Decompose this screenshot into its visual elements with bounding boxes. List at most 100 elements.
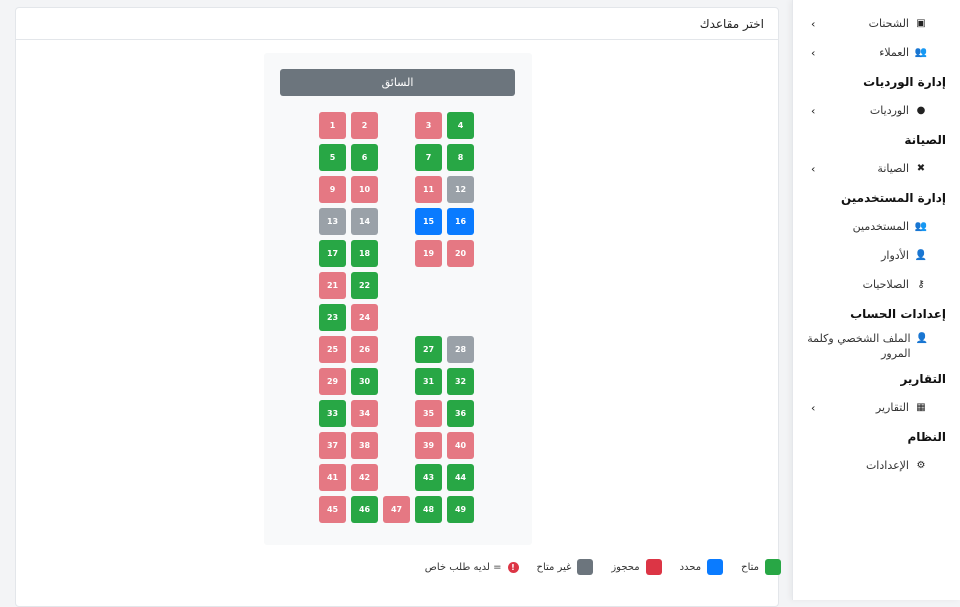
legend-selected-swatch (707, 559, 724, 575)
seat-22[interactable]: 22 (351, 272, 378, 299)
seat-7[interactable]: 7 (415, 144, 442, 171)
seat-9[interactable]: 9 (319, 176, 346, 203)
clock-icon: ● (916, 105, 926, 116)
sidebar-section-heading: التقارير (900, 371, 946, 386)
seat-2[interactable]: 2 (351, 112, 378, 139)
seat-17[interactable]: 17 (319, 240, 346, 267)
seat-31[interactable]: 31 (415, 368, 442, 395)
seat-10[interactable]: 10 (351, 176, 378, 203)
legend-special-label: = لديه طلب خاص (424, 561, 502, 573)
sidebar-section-heading: إدارة الورديات (863, 74, 946, 89)
seat-12[interactable]: 12 (447, 176, 474, 203)
cogs-icon: ⚙ (916, 460, 926, 471)
sidebar-item[interactable]: ⚷ الصلاحيات (807, 270, 946, 299)
seat-29[interactable]: 29 (319, 368, 346, 395)
box-icon: ▣ (916, 18, 926, 29)
sidebar-top-spacer (807, 0, 946, 9)
legend-available-swatch (765, 559, 781, 575)
seat-32[interactable]: 32 (447, 368, 474, 395)
seat-1[interactable]: 1 (319, 112, 346, 139)
user-tag-icon: 👤 (914, 250, 928, 261)
seat-8[interactable]: 8 (447, 144, 474, 171)
seat-14[interactable]: 14 (351, 208, 378, 235)
legend-unavailable: غير متاح (537, 559, 594, 575)
seat-15[interactable]: 15 (415, 208, 442, 235)
sidebar-item-label: الشحنات (868, 17, 909, 30)
seat-38[interactable]: 38 (351, 432, 378, 459)
seat-25[interactable]: 25 (319, 336, 346, 363)
seat-18[interactable]: 18 (351, 240, 378, 267)
chevron-icon: › (811, 17, 816, 30)
sidebar-item-label: الأدوار (881, 249, 909, 262)
seat-11[interactable]: 11 (415, 176, 442, 203)
sidebar-item[interactable]: ● الورديات › (807, 96, 946, 125)
seat-5[interactable]: 5 (319, 144, 346, 171)
seat-46[interactable]: 46 (351, 496, 378, 523)
seat-20[interactable]: 20 (447, 240, 474, 267)
seat-23[interactable]: 23 (319, 304, 346, 331)
seat-24[interactable]: 24 (351, 304, 378, 331)
sidebar-section-heading: النظام (907, 429, 946, 444)
bus-layout: السائق 1 2 3 4 5 6 7 8 9 10 11 12 13 14 15 16 17 18 19 20 21… (264, 53, 532, 545)
sidebar-item[interactable]: ✖ الصيانة › (807, 154, 946, 183)
sidebar-item[interactable]: 👤 الأدوار (807, 241, 946, 270)
seat-16[interactable]: 16 (447, 208, 474, 235)
legend-available: متاح (741, 559, 781, 575)
legend-unavailable-label: غير متاح (536, 561, 572, 573)
sidebar-item[interactable]: 👤 الملف الشخصي وكلمة المرور (807, 328, 946, 364)
sidebar-item[interactable]: 👥 المستخدمين (807, 212, 946, 241)
legend-selected: محدد (680, 559, 724, 575)
sidebar-item[interactable]: ▦ التقارير › (807, 393, 946, 422)
user-icon: 👤 (915, 333, 928, 344)
seat-21[interactable]: 21 (319, 272, 346, 299)
chevron-icon: › (811, 162, 816, 175)
seat-6[interactable]: 6 (351, 144, 378, 171)
seat-44[interactable]: 44 (447, 464, 474, 491)
seat-45[interactable]: 45 (319, 496, 346, 523)
seat-47[interactable]: 47 (383, 496, 410, 523)
seat-27[interactable]: 27 (415, 336, 442, 363)
seat-42[interactable]: 42 (351, 464, 378, 491)
seat-selection-card: اختر مقاعدك السائق 1 2 3 4 5 6 7 8 9 10 11 12 13 14 15… (15, 7, 781, 607)
legend-reserved-swatch (645, 559, 662, 575)
sidebar-section-heading: إدارة المستخدمين (840, 190, 946, 205)
exclamation-icon: ! (507, 561, 519, 573)
key-icon: ⚷ (917, 279, 925, 290)
seat-37[interactable]: 37 (319, 432, 346, 459)
seat-40[interactable]: 40 (447, 432, 474, 459)
seat-48[interactable]: 48 (415, 496, 442, 523)
chevron-icon: › (811, 104, 816, 117)
seat-28[interactable]: 28 (447, 336, 474, 363)
seat-legend: متاح محدد محجوز غير متاح ! = لديه طلب خا… (425, 559, 781, 575)
legend-unavailable-swatch (577, 559, 594, 575)
sidebar-list: ▣ الشحنات › 👥 العملاء › إدارة الورديات ● الورديا… (807, 9, 946, 480)
seat-49[interactable]: 49 (447, 496, 474, 523)
driver-seat: السائق (280, 69, 515, 96)
seat-35[interactable]: 35 (415, 400, 442, 427)
seat-41[interactable]: 41 (319, 464, 346, 491)
seat-43[interactable]: 43 (415, 464, 442, 491)
seat-30[interactable]: 30 (351, 368, 378, 395)
users-icon: 👥 (914, 47, 928, 58)
seat-19[interactable]: 19 (415, 240, 442, 267)
sidebar-item[interactable]: ▣ الشحنات › (807, 9, 946, 38)
sidebar-item[interactable]: ⚙ الإعدادات (807, 451, 946, 480)
chart-icon: ▦ (916, 402, 926, 413)
seat-3[interactable]: 3 (415, 112, 442, 139)
legend-selected-label: محدد (679, 561, 702, 573)
seat-13[interactable]: 13 (319, 208, 346, 235)
sidebar-item-label: العملاء (879, 46, 909, 59)
seat-33[interactable]: 33 (319, 400, 346, 427)
sidebar-item-label: الورديات (869, 104, 909, 117)
sidebar-item[interactable]: 👥 العملاء › (807, 38, 946, 67)
sidebar-section-heading: الصيانة (904, 132, 946, 147)
seat-26[interactable]: 26 (351, 336, 378, 363)
seat-4[interactable]: 4 (447, 112, 474, 139)
tools-icon: ✖ (916, 163, 926, 174)
seat-34[interactable]: 34 (351, 400, 378, 427)
seat-39[interactable]: 39 (415, 432, 442, 459)
seat-36[interactable]: 36 (447, 400, 474, 427)
sidebar-section-heading: إعدادات الحساب (850, 306, 946, 321)
card-header: اختر مقاعدك (16, 8, 778, 40)
legend-reserved-label: محجوز (611, 561, 640, 573)
